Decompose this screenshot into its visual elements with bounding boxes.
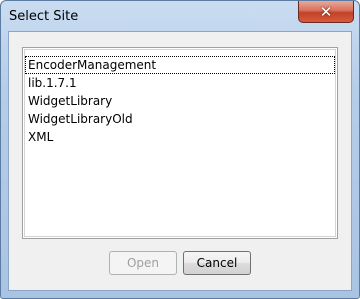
open-button[interactable]: Open	[109, 251, 177, 275]
list-item-widgetlibrary[interactable]: WidgetLibrary	[25, 92, 335, 110]
site-list[interactable]: EncoderManagement lib.1.7.1 WidgetLibrar…	[22, 47, 338, 239]
list-item-widgetlibraryold[interactable]: WidgetLibraryOld	[25, 110, 335, 128]
dialog-client-area: EncoderManagement lib.1.7.1 WidgetLibrar…	[8, 31, 352, 291]
cancel-button[interactable]: Cancel	[183, 251, 251, 275]
close-icon: ✕	[319, 2, 333, 21]
title-bar[interactable]: Select Site ✕	[1, 1, 359, 31]
site-list-inner: EncoderManagement lib.1.7.1 WidgetLibrar…	[24, 49, 336, 237]
list-item-xml[interactable]: XML	[25, 128, 335, 146]
close-button[interactable]: ✕	[298, 1, 354, 23]
list-item-encodermanagement[interactable]: EncoderManagement	[25, 56, 335, 74]
select-site-dialog: Select Site ✕ EncoderManagement lib.1.7.…	[0, 0, 360, 299]
list-item-lib-1-7-1[interactable]: lib.1.7.1	[25, 74, 335, 92]
dialog-title: Select Site	[9, 9, 79, 24]
